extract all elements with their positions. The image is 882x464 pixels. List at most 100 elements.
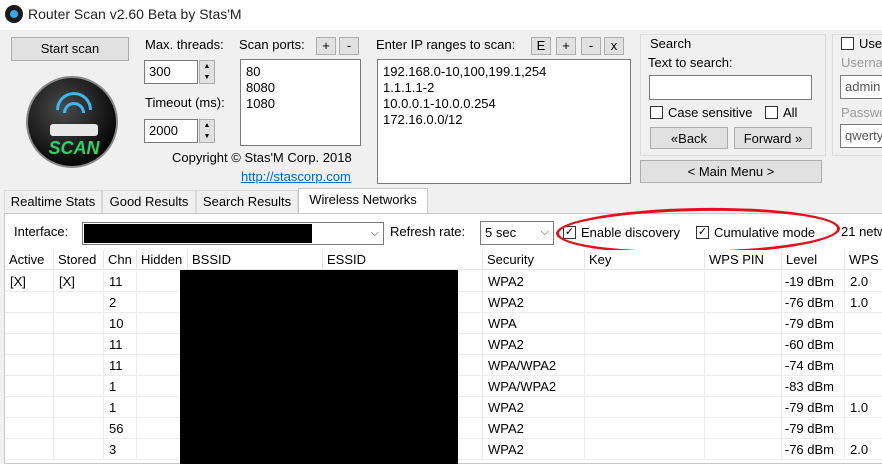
column-header-wps[interactable]: WPS <box>845 250 882 270</box>
cell-chn: 11 <box>104 355 137 376</box>
cell-key <box>585 376 705 397</box>
main-menu-button[interactable]: < Main Menu > <box>640 160 822 183</box>
clear-ranges-button[interactable]: x <box>604 37 624 55</box>
search-input[interactable] <box>649 75 812 100</box>
tab-good-results[interactable]: Good Results <box>102 190 196 213</box>
scan-logo: SCAN <box>26 76 118 168</box>
add-port-button[interactable]: + <box>316 37 336 55</box>
cell-security: WPA2 <box>483 439 585 460</box>
spin-down-icon[interactable]: ▼ <box>200 131 214 142</box>
username-input[interactable]: admin <box>840 75 882 99</box>
spin-down-icon[interactable]: ▼ <box>200 72 214 83</box>
refresh-rate-label: Refresh rate: <box>390 224 466 239</box>
cell-security: WPA2 <box>483 397 585 418</box>
cell-security: WPA2 <box>483 334 585 355</box>
cell-level: -79 dBm <box>782 418 845 439</box>
tab-realtime-stats[interactable]: Realtime Stats <box>4 190 102 213</box>
max-threads-label: Max. threads: <box>145 37 224 52</box>
column-header-level[interactable]: Level <box>782 250 845 270</box>
cell-active <box>5 439 54 460</box>
cell-wps <box>845 313 882 334</box>
cell-security: WPA/WPA2 <box>483 355 585 376</box>
cell-key <box>585 334 705 355</box>
add-range-button[interactable]: + <box>556 37 576 55</box>
remove-range-button[interactable]: - <box>581 37 601 55</box>
start-scan-button[interactable]: Start scan <box>11 37 129 61</box>
cell-level: -83 dBm <box>782 376 845 397</box>
cell-key <box>585 313 705 334</box>
ip-ranges-list[interactable]: 192.168.0-10,100,199.1,254 1.1.1.1-2 10.… <box>377 59 631 184</box>
column-header-security[interactable]: Security <box>483 250 585 270</box>
cell-wps <box>845 334 882 355</box>
cell-wps-pin <box>705 418 782 439</box>
tab-wireless-networks[interactable]: Wireless Networks <box>298 188 428 214</box>
refresh-rate-select[interactable]: 5 sec ⌵ <box>480 221 554 245</box>
cell-wps: 1.0 <box>845 292 882 313</box>
password-input[interactable]: qwerty <box>840 124 882 148</box>
ip-range-item: 10.0.0.1-10.0.0.254 <box>383 96 496 111</box>
tab-search-results[interactable]: Search Results <box>196 190 298 213</box>
column-header-stored[interactable]: Stored <box>54 250 104 270</box>
ip-range-item: 1.1.1.1-2 <box>383 80 435 95</box>
back-button[interactable]: «Back <box>650 127 728 149</box>
cell-wps: 2.0 <box>845 439 882 460</box>
cell-wps-pin <box>705 313 782 334</box>
cell-key <box>585 397 705 418</box>
column-header-essid[interactable]: ESSID <box>323 250 483 270</box>
forward-button[interactable]: Forward » <box>734 127 812 149</box>
edit-ranges-button[interactable]: E <box>531 37 551 55</box>
column-header-key[interactable]: Key <box>585 250 705 270</box>
column-header-wps-pin[interactable]: WPS PIN <box>705 250 782 270</box>
ip-ranges-label: Enter IP ranges to scan: <box>376 37 516 52</box>
interface-label: Interface: <box>14 224 69 239</box>
cell-key <box>585 355 705 376</box>
password-label: Passwo <box>841 105 882 120</box>
cell-wps: 2.0 <box>845 271 882 292</box>
cell-security: WPA/WPA2 <box>483 376 585 397</box>
ip-range-item: 192.168.0-10,100,199.1,254 <box>383 64 547 79</box>
website-link[interactable]: http://stascorp.com <box>241 169 351 184</box>
cell-wps-pin <box>705 397 782 418</box>
timeout-input[interactable]: 2000 <box>144 119 198 143</box>
cell-wps: 1.0 <box>845 397 882 418</box>
cell-stored <box>54 418 104 439</box>
max-threads-spinner[interactable]: ▲ ▼ <box>199 60 215 84</box>
cell-level: -19 dBm <box>782 271 845 292</box>
cell-wps <box>845 355 882 376</box>
chevron-down-icon: ⌵ <box>370 227 379 239</box>
timeout-spinner[interactable]: ▲ ▼ <box>199 119 215 143</box>
column-header-bssid[interactable]: BSSID <box>188 250 323 270</box>
cell-chn: 2 <box>104 292 137 313</box>
spin-up-icon[interactable]: ▲ <box>200 61 214 72</box>
use-auth-checkbox[interactable] <box>841 37 854 50</box>
cell-active <box>5 418 54 439</box>
router-scan-app-icon <box>5 5 23 23</box>
port-item: 8080 <box>246 80 275 95</box>
column-header-active[interactable]: Active <box>5 250 54 270</box>
logo-text: SCAN <box>48 138 100 158</box>
title-bar: Router Scan v2.60 Beta by Stas'M <box>0 0 882 30</box>
cell-level: -79 dBm <box>782 313 845 334</box>
column-header-hidden[interactable]: Hidden <box>137 250 188 270</box>
window-title: Router Scan v2.60 Beta by Stas'M <box>28 6 242 22</box>
all-checkbox[interactable] <box>765 106 778 119</box>
cell-security: WPA2 <box>483 418 585 439</box>
spin-up-icon[interactable]: ▲ <box>200 120 214 131</box>
column-header-chn[interactable]: Chn <box>104 250 137 270</box>
case-sensitive-checkbox[interactable] <box>650 106 663 119</box>
use-label: Use <box>859 36 882 51</box>
refresh-rate-value: 5 sec <box>485 225 517 240</box>
cell-stored <box>54 313 104 334</box>
cell-active <box>5 355 54 376</box>
cell-chn: 3 <box>104 439 137 460</box>
timeout-label: Timeout (ms): <box>145 95 225 110</box>
cell-wps-pin <box>705 355 782 376</box>
search-group-label: Search <box>648 36 694 51</box>
port-item: 80 <box>246 64 261 79</box>
ports-list[interactable]: 80 8080 1080 <box>240 59 361 146</box>
cell-wps-pin <box>705 292 782 313</box>
max-threads-input[interactable]: 300 <box>144 60 198 84</box>
router-icon <box>50 124 98 136</box>
cell-chn: 10 <box>104 313 137 334</box>
remove-port-button[interactable]: - <box>339 37 359 55</box>
